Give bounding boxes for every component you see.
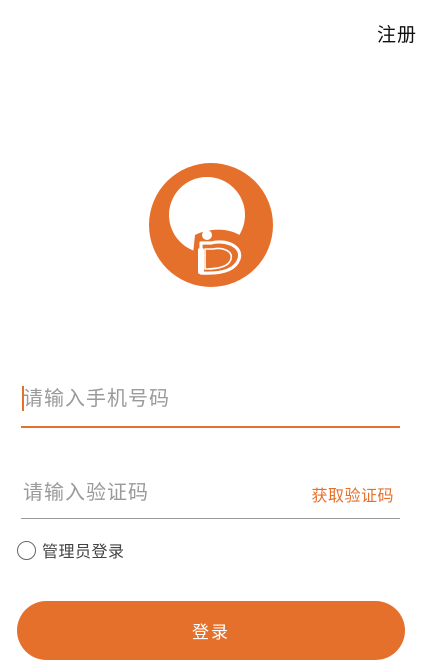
- phone-field[interactable]: [21, 378, 402, 428]
- register-link[interactable]: 注册: [377, 20, 417, 47]
- admin-login-radio[interactable]: [17, 540, 36, 560]
- admin-login-option[interactable]: 管理员登录: [17, 538, 125, 562]
- get-code-button[interactable]: 获取验证码: [311, 482, 394, 506]
- verification-code-field[interactable]: 获取验证码: [21, 472, 400, 519]
- admin-login-label: 管理员登录: [42, 542, 125, 561]
- app-logo-graphic: [149, 163, 273, 287]
- app-logo-icon: [149, 163, 273, 287]
- phone-input[interactable]: [21, 378, 402, 418]
- login-button[interactable]: 登录: [17, 601, 405, 660]
- verification-code-input[interactable]: [21, 472, 293, 512]
